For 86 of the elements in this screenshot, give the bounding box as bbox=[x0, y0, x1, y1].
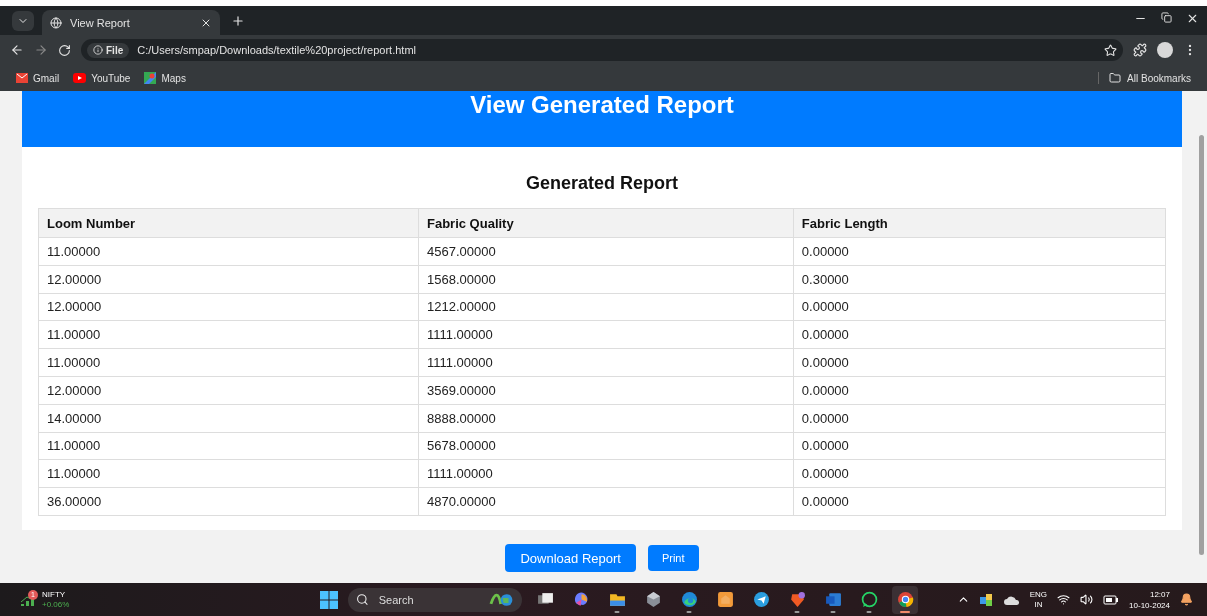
bookmark-link[interactable]: Gmail bbox=[16, 72, 60, 84]
chip-label: File bbox=[106, 44, 124, 56]
table-cell: 0.00000 bbox=[793, 376, 1166, 405]
url-text: C:/Users/smpap/Downloads/textile%20project/report.html bbox=[137, 44, 417, 56]
chat-bubble-icon bbox=[860, 591, 878, 608]
folder-icon bbox=[1109, 72, 1122, 84]
volume-icon[interactable] bbox=[1080, 593, 1094, 606]
cloud-icon[interactable] bbox=[1003, 594, 1020, 605]
restore-icon[interactable] bbox=[1161, 11, 1172, 23]
table-cell: 12.00000 bbox=[38, 293, 419, 321]
chrome-icon bbox=[896, 591, 914, 608]
report-title: Generated Report bbox=[525, 173, 678, 194]
table-cell: 8888.00000 bbox=[418, 404, 794, 433]
download-button[interactable]: Download Report bbox=[505, 543, 636, 572]
widget-change: +0.06% bbox=[42, 599, 70, 610]
column-header: Fabric Quality bbox=[418, 208, 794, 238]
print-button[interactable]: Print bbox=[647, 544, 699, 571]
table-cell: 11.00000 bbox=[38, 459, 419, 488]
table-cell: 1568.00000 bbox=[418, 265, 794, 294]
all-bookmarks-link[interactable]: All Bookmarks bbox=[1098, 72, 1191, 84]
table-cell: 0.00000 bbox=[793, 487, 1166, 516]
table-cell: 36.00000 bbox=[38, 487, 419, 516]
table-cell: 12.00000 bbox=[38, 376, 419, 405]
edge-icon bbox=[680, 591, 698, 608]
column-header: Loom Number bbox=[38, 208, 419, 238]
browser-tab[interactable]: View Report bbox=[42, 10, 220, 35]
table-cell: 1111.00000 bbox=[418, 348, 794, 377]
play-icon bbox=[73, 73, 87, 83]
star-icon[interactable] bbox=[1104, 43, 1117, 57]
document-icon bbox=[824, 591, 842, 608]
table-cell: 4567.00000 bbox=[418, 237, 794, 266]
plus-icon bbox=[231, 13, 245, 28]
table-cell: 11.00000 bbox=[38, 237, 419, 266]
map-icon bbox=[144, 72, 157, 84]
table-cell: 14.00000 bbox=[38, 404, 419, 433]
house-icon bbox=[716, 591, 734, 608]
bookmark-link[interactable]: YouTube bbox=[73, 72, 131, 84]
bookmark-link[interactable]: Maps bbox=[144, 72, 186, 84]
search-field[interactable]: Search bbox=[376, 592, 481, 607]
page-title: View Generated Report bbox=[470, 91, 734, 120]
table-cell: 0.00000 bbox=[793, 459, 1166, 488]
globe-icon bbox=[50, 16, 62, 29]
search-icon bbox=[356, 593, 369, 606]
tab-list-button[interactable] bbox=[12, 10, 34, 31]
table-cell: 0.00000 bbox=[793, 320, 1166, 349]
table-cell: 4870.00000 bbox=[418, 487, 794, 516]
widget-name: NIFTY bbox=[42, 589, 67, 600]
table-cell: 3569.00000 bbox=[418, 376, 794, 405]
ribbon-globe-icon bbox=[488, 591, 514, 608]
tab-title: View Report bbox=[70, 16, 131, 29]
search-bar[interactable]: Search bbox=[348, 587, 522, 612]
table-cell: 1111.00000 bbox=[418, 459, 794, 488]
taskbar-app[interactable] bbox=[892, 585, 918, 614]
table-cell: 12.00000 bbox=[38, 265, 419, 294]
cube-icon bbox=[644, 591, 662, 608]
table-cell: 0.00000 bbox=[793, 237, 1166, 266]
address-bar[interactable]: File C:/Users/smpap/Downloads/textile%20project/report.html bbox=[81, 39, 1123, 61]
puzzle-icon[interactable] bbox=[1133, 43, 1147, 57]
folder-icon bbox=[608, 591, 626, 608]
wifi-icon[interactable] bbox=[1057, 593, 1071, 606]
forward-icon[interactable] bbox=[34, 43, 48, 57]
table-cell: 0.30000 bbox=[793, 265, 1166, 294]
info-icon bbox=[93, 45, 103, 55]
paper-plane-icon bbox=[752, 591, 770, 608]
bell-icon[interactable] bbox=[1180, 593, 1193, 606]
table-cell: 0.00000 bbox=[793, 432, 1166, 460]
avatar-icon[interactable] bbox=[1157, 42, 1173, 58]
table-cell: 0.00000 bbox=[793, 348, 1166, 377]
back-icon[interactable] bbox=[10, 43, 24, 57]
table-cell: 0.00000 bbox=[793, 404, 1166, 433]
tray-app-icon[interactable] bbox=[979, 593, 994, 606]
table-cell: 0.00000 bbox=[793, 293, 1166, 321]
battery-icon[interactable] bbox=[1103, 594, 1120, 605]
windows-logo-icon[interactable] bbox=[320, 590, 338, 609]
reload-icon[interactable] bbox=[58, 43, 71, 57]
table-cell: 11.00000 bbox=[38, 348, 419, 377]
language-indicator[interactable]: ENG IN bbox=[1029, 589, 1048, 610]
mail-icon bbox=[16, 73, 28, 83]
column-header: Fabric Length bbox=[793, 208, 1166, 238]
table-cell: 11.00000 bbox=[38, 320, 419, 349]
table-cell: 5678.00000 bbox=[418, 432, 794, 460]
clock[interactable]: 12:07 10-10-2024 bbox=[1129, 588, 1170, 611]
table-cell: 1111.00000 bbox=[418, 320, 794, 349]
site-info-chip[interactable]: File bbox=[87, 42, 130, 58]
table-cell: 11.00000 bbox=[38, 432, 419, 460]
table-cell: 1212.00000 bbox=[418, 293, 794, 321]
